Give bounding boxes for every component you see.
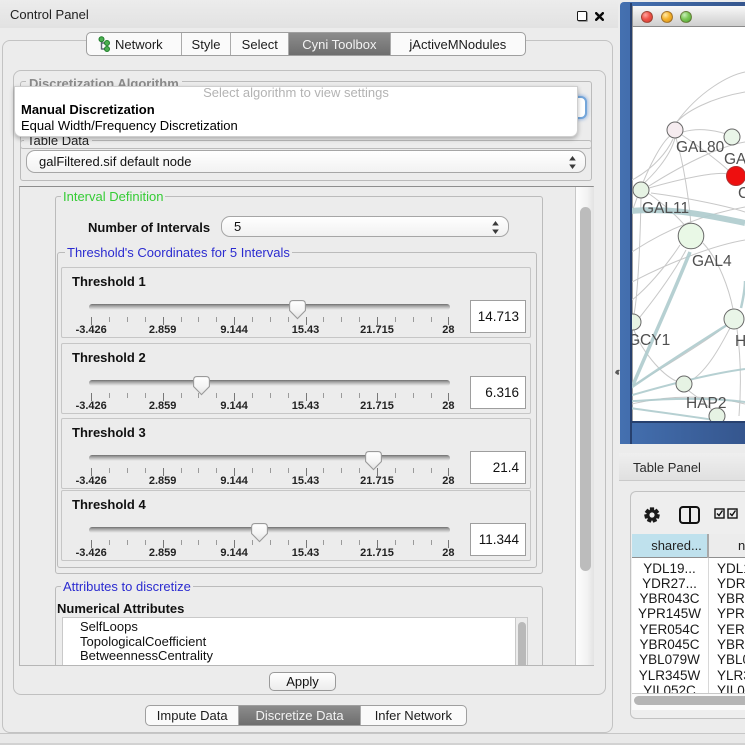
svg-text:GA: GA xyxy=(724,151,745,168)
svg-text:GAL11: GAL11 xyxy=(642,200,689,217)
svg-text:GCY1: GCY1 xyxy=(632,332,670,349)
svg-text:GAL4: GAL4 xyxy=(692,253,732,270)
svg-text:H: H xyxy=(735,333,745,350)
svg-text:C: C xyxy=(738,185,745,202)
svg-text:HAP2: HAP2 xyxy=(686,395,727,412)
svg-text:GAL80: GAL80 xyxy=(676,139,725,156)
